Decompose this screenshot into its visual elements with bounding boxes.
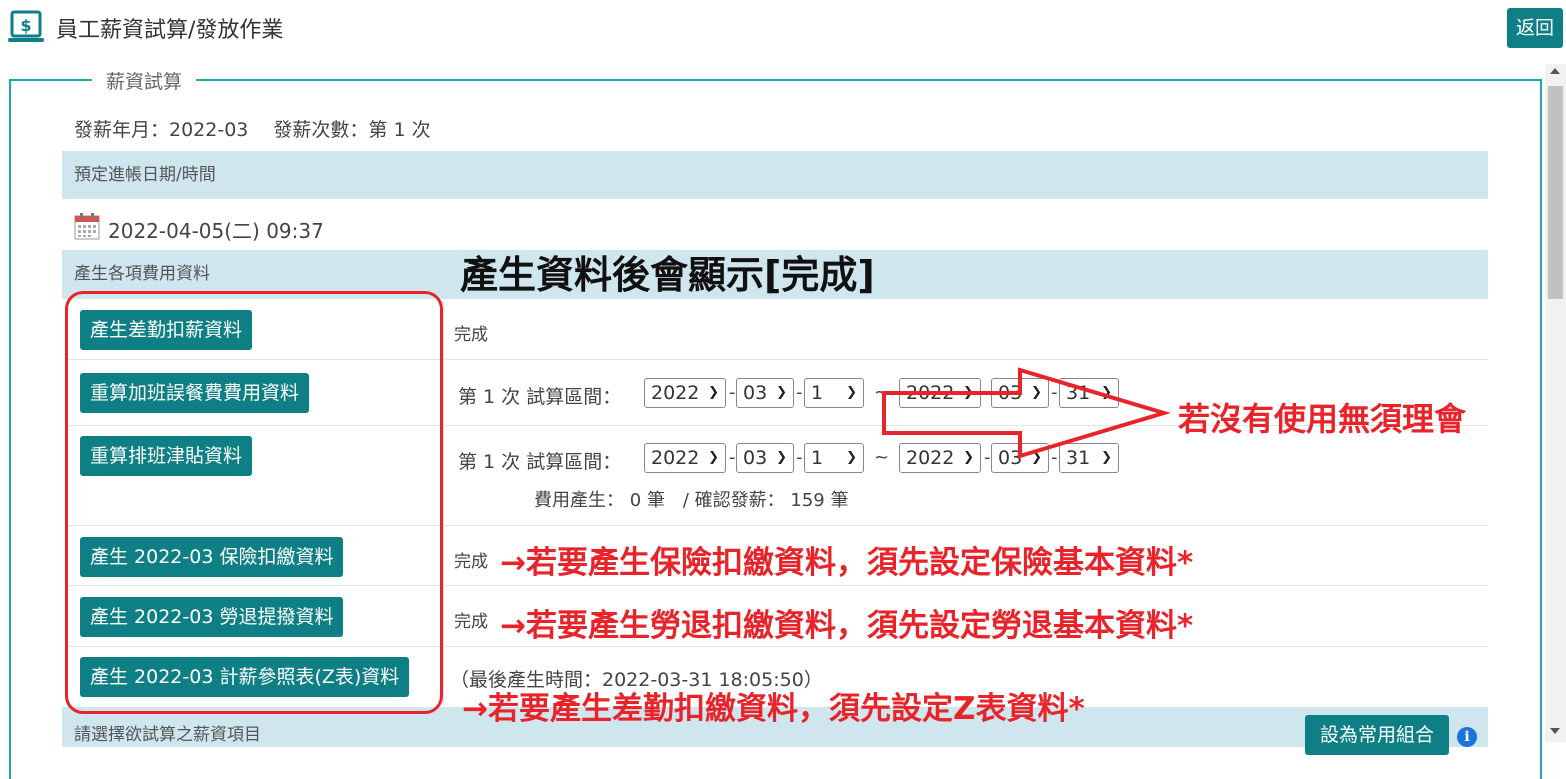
svg-text:$: $ (20, 16, 31, 35)
chevron-down-icon: ❯ (708, 385, 719, 400)
scroll-thumb[interactable] (1548, 86, 1563, 299)
calendar-icon[interactable] (74, 212, 100, 240)
page-title: 員工薪資試算/發放作業 (56, 18, 284, 43)
annotation-insurance-note: →若要產生保險扣繳資料，須先設定保險基本資料* (500, 545, 1194, 581)
posting-band: 預定進帳日期/時間 (62, 151, 1488, 199)
shift-from-month-select[interactable]: 03 ❯ (736, 443, 794, 473)
overtime-from-month-select[interactable]: 03 ❯ (736, 378, 794, 408)
date-dash: - (729, 382, 736, 403)
annotation-pension-note: →若要產生勞退扣繳資料，須先設定勞退基本資料* (500, 608, 1194, 644)
date-dash: - (796, 382, 803, 403)
info-icon[interactable]: i (1457, 727, 1477, 747)
chevron-down-icon: ❯ (846, 385, 857, 400)
posting-band-label: 預定進帳日期/時間 (74, 165, 216, 185)
chevron-down-icon: ❯ (846, 450, 857, 465)
scrollbar[interactable] (1545, 64, 1566, 742)
back-button[interactable]: 返回 (1507, 8, 1563, 48)
overtime-range-label: 第 1 次 試算區間： (458, 386, 622, 408)
overtime-from-day-select[interactable]: 1 ❯ (804, 378, 864, 408)
shift-from-day-select[interactable]: 1 ❯ (804, 443, 864, 473)
chevron-down-icon: ❯ (776, 385, 787, 400)
posting-datetime[interactable]: 2022-04-05(二) 09:37 (108, 215, 324, 244)
annotation-arrow-note: 若沒有使用無須理會 (1178, 400, 1467, 438)
shift-range-label: 第 1 次 試算區間： (458, 451, 622, 473)
attendance-status: 完成 (454, 325, 488, 345)
pension-status: 完成 (454, 612, 488, 632)
annotation-ztable-note: →若要產生差勤扣繳資料，須先設定Z表資料* (462, 691, 1085, 727)
chevron-down-icon: ❯ (708, 450, 719, 465)
annotation-highlight-box (65, 291, 443, 714)
insurance-status: 完成 (454, 552, 488, 572)
date-dash: - (796, 447, 803, 468)
shift-summary: 費用產生： 0 筆 / 確認發薪： 159 筆 (534, 490, 849, 511)
pay-info: 發薪年月：2022-03 發薪次數：第 1 次 (74, 119, 431, 141)
section-legend: 薪資試算 (92, 67, 197, 94)
date-dash: - (729, 447, 736, 468)
scroll-up-arrow[interactable] (1550, 68, 1560, 74)
generate-band-label: 產生各項費用資料 (74, 264, 210, 284)
money-icon: $ (8, 10, 44, 44)
overtime-from-year-select[interactable]: 2022 ❯ (644, 378, 726, 408)
set-common-combo-button[interactable]: 設為常用組合 (1305, 715, 1449, 755)
annotation-heading: 產生資料後會顯示[完成] (460, 253, 875, 297)
scroll-down-arrow[interactable] (1550, 728, 1560, 734)
column-divider (443, 300, 444, 706)
shift-from-year-select[interactable]: 2022 ❯ (644, 443, 726, 473)
chevron-down-icon: ❯ (776, 450, 787, 465)
choose-band-label: 請選擇欲試算之薪資項目 (74, 725, 261, 745)
annotation-arrow (880, 366, 1171, 460)
